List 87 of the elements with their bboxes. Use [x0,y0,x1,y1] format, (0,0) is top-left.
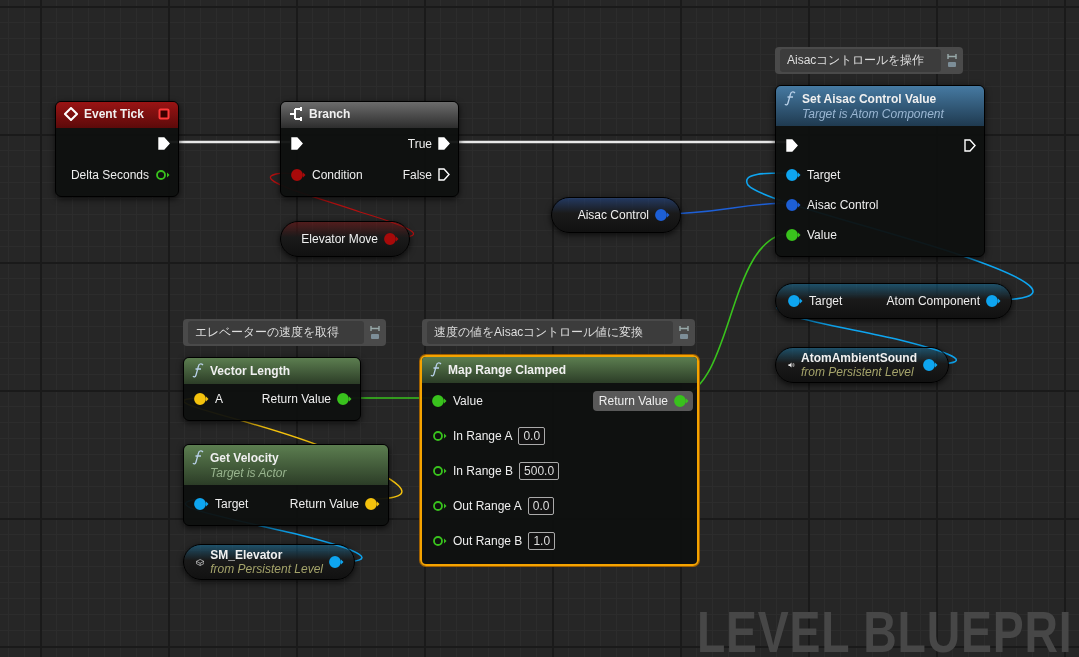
data-pin[interactable] [329,556,344,568]
comment-bubble[interactable]: Aisacコントロールを操作 [775,47,963,74]
branch-icon [289,107,303,121]
data-pin[interactable] [432,429,447,442]
graph-node[interactable]: Get Velocity Target is Actor Target Return Value [183,444,389,526]
data-pin[interactable] [155,168,170,181]
graph-node[interactable]: Map Range Clamped Value Return Value In Range A 0.0 In Range B 500.0 Out Range A 0.0 Out Range B 1.0 [420,355,699,566]
data-pin[interactable] [194,393,209,405]
exec-pin[interactable] [438,137,450,150]
node-title: Branch [309,107,351,121]
diamond-icon [64,107,78,121]
pin-label: Atom Component [886,294,980,308]
exec-pin[interactable] [964,138,976,152]
comment-pin-icon[interactable] [947,52,957,69]
node-title: Event Tick [84,107,144,121]
variable-node[interactable]: SM_Elevator from Persistent Level [183,544,355,580]
exec-pin[interactable] [158,137,170,150]
pin-label: Out Range A [453,498,522,513]
value-field[interactable]: 1.0 [528,531,556,550]
pin-label: Out Range B [453,533,523,548]
pin-label: False [402,167,432,182]
data-pin[interactable] [432,534,447,547]
pin-label: In Range A [453,428,513,443]
comment-bubble[interactable]: エレベーターの速度を取得 [183,319,386,346]
pin-label: Value [453,393,483,408]
function-icon [192,450,204,465]
pin-label: Return Value [598,393,668,408]
node-title: Get Velocity [210,450,279,465]
data-pin[interactable] [432,394,447,407]
comment-text: Aisacコントロールを操作 [780,49,941,72]
comment-pin-icon[interactable] [370,324,380,341]
variable-node[interactable]: Target Atom Component [775,283,1012,319]
node-title: Set Aisac Control Value [802,91,937,106]
variable-node[interactable]: AtomAmbientSound from Persistent Level [775,347,949,383]
pin-label: Target [215,497,249,511]
data-pin[interactable] [786,169,801,181]
exec-pin[interactable] [438,168,450,181]
node-title: Elevator Move [301,232,378,246]
pin-label: Condition [312,167,363,182]
exec-pin[interactable] [291,137,303,150]
data-pin[interactable] [194,498,209,510]
node-title: Aisac Control [577,208,649,222]
pin-label: Value [807,228,837,242]
value-field[interactable]: 500.0 [519,461,560,480]
exec-pin[interactable] [786,138,798,152]
function-icon [192,363,204,378]
pin-label: Delta Seconds [70,167,149,182]
data-pin[interactable] [432,499,447,512]
graph-node[interactable]: Branch True Condition False [280,101,459,197]
function-icon [430,362,442,377]
comment-text: エレベーターの速度を取得 [188,321,364,344]
comment-text: 速度の値をAisacコントロール値に変換 [427,321,673,344]
node-title: SM_Elevator [210,548,284,562]
data-pin[interactable] [786,229,801,241]
value-field[interactable]: 0.0 [527,496,555,515]
pin-highlight[interactable]: Return Value [592,390,693,411]
comment-bubble[interactable]: 速度の値をAisacコントロール値に変換 [422,319,695,346]
pin-label: In Range B [453,463,514,478]
pin-label: Return Value [289,497,359,511]
value-field[interactable]: 0.0 [518,426,546,445]
node-title: Vector Length [210,363,290,378]
graph-node[interactable]: Set Aisac Control Value Target is Atom Component Target Aisac Control Value [775,85,985,257]
data-pin[interactable] [788,295,803,307]
square-icon [158,108,170,120]
pin-label: True [407,136,432,151]
data-pin[interactable] [337,393,352,405]
data-pin[interactable] [432,464,447,477]
pin-label: Aisac Control [807,198,879,212]
pin-label: A [215,392,223,406]
data-pin[interactable] [365,498,380,510]
node-subtitle: from Persistent Level [801,365,915,379]
function-icon [784,91,796,106]
node-subtitle: Target is Atom Component [801,107,945,121]
data-pin[interactable] [986,295,1001,307]
pin-label: Target [807,168,841,182]
data-pin[interactable] [923,359,938,371]
node-subtitle: Target is Actor [209,466,288,480]
comment-pin-icon[interactable] [679,324,689,341]
variable-node[interactable]: Elevator Move [280,221,410,257]
node-title: AtomAmbientSound [801,351,917,365]
graph-node[interactable]: Event Tick Delta Seconds [55,101,179,197]
variable-node[interactable]: Aisac Control [551,197,681,233]
node-title: Map Range Clamped [448,362,567,377]
pin-label: Target [809,294,843,308]
node-subtitle: from Persistent Level [210,562,323,576]
pin-label: Return Value [261,392,331,406]
graph-node[interactable]: Vector Length A Return Value [183,357,361,421]
